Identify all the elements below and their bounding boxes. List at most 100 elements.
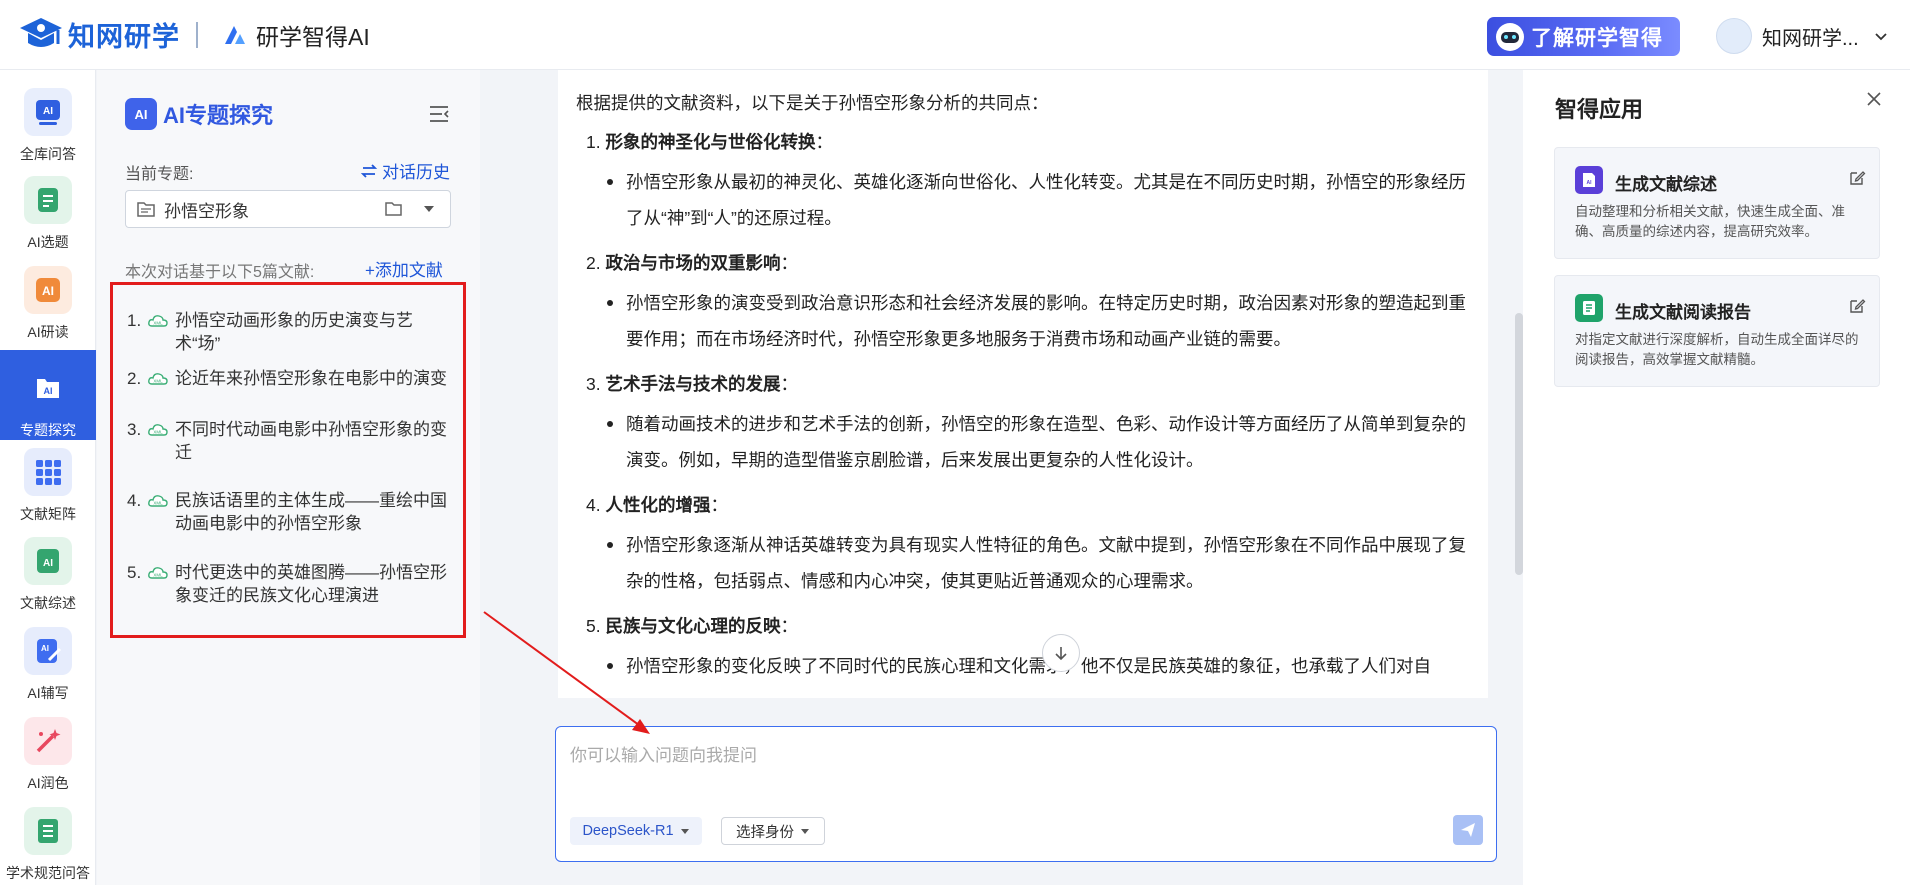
question-input[interactable]	[570, 741, 1470, 771]
rail-item-ai-read[interactable]: AI AI研读	[0, 266, 96, 356]
section-heading: 1. 形象的神圣化与世俗化转换：	[586, 132, 833, 152]
app-name: 生成文献阅读报告	[1615, 303, 1751, 322]
reference-number: 3.	[127, 420, 142, 439]
chat-area: 根据提供的文献资料，以下是关于孙悟空形象分析的共同点： 1. 形象的神圣化与世俗…	[480, 70, 1523, 885]
review-gen-icon: AI	[1575, 166, 1603, 194]
send-button[interactable]	[1453, 815, 1483, 845]
svg-text:AI: AI	[41, 644, 49, 653]
user-name: 知网研学...	[1762, 27, 1859, 50]
topic-explore-icon: AI	[24, 364, 72, 412]
rail-label: 专题探究	[20, 422, 76, 438]
rail-label: AI研读	[27, 324, 69, 340]
svg-text:XML: XML	[153, 430, 163, 435]
svg-text:XML: XML	[153, 379, 163, 384]
answer-intro: 根据提供的文献资料，以下是关于孙悟空形象分析的共同点：	[576, 93, 1049, 113]
section-heading: 3. 艺术手法与技术的发展：	[586, 374, 798, 394]
rail-label: 文献矩阵	[20, 506, 76, 522]
scrollbar[interactable]	[1515, 313, 1523, 575]
svg-text:AI: AI	[42, 284, 54, 298]
avatar	[1716, 18, 1752, 54]
norm-qa-icon	[24, 807, 72, 855]
edit-icon[interactable]	[1847, 168, 1867, 188]
rail-label: 文献综述	[20, 595, 76, 611]
section-body: 孙悟空形象从最初的神灵化、英雄化逐渐向世俗化、人性化转变。尤其是在不同历史时期，…	[576, 164, 1466, 236]
reference-number: 5.	[127, 563, 142, 582]
robot-icon	[1496, 22, 1524, 51]
app-description: 自动整理和分析相关文献，快速生成全面、准确、高质量的综述内容，提高研究效率。	[1575, 204, 1845, 239]
edit-icon[interactable]	[1847, 296, 1867, 316]
close-icon[interactable]	[1863, 88, 1885, 110]
reference-item[interactable]: 3. XML 不同时代动画电影中孙悟空形象的变迁	[127, 420, 457, 464]
promo-label: 了解研学智得	[1531, 26, 1663, 50]
answer-section: 1. 形象的神圣化与世俗化转换： 孙悟空形象从最初的神灵化、英雄化逐渐向世俗化、…	[576, 129, 1466, 236]
collapse-panel-icon[interactable]	[427, 102, 451, 126]
reference-item[interactable]: 4. XML 民族话语里的主体生成——重绘中国动画电影中的孙悟空形象	[127, 491, 457, 535]
scroll-to-bottom-button[interactable]	[1042, 634, 1080, 672]
panel-title: AI AI专题探究	[125, 98, 273, 130]
learn-zhide-banner[interactable]: 了解研学智得	[1487, 17, 1680, 56]
panel-title-text: AI专题探究	[163, 103, 274, 128]
answer-section: 3. 艺术手法与技术的发展： 随着动画技术的进步和艺术手法的创新，孙悟空的形象在…	[576, 371, 1466, 478]
report-gen-icon	[1575, 294, 1603, 322]
topic-explore-icon: AI	[125, 98, 157, 130]
reference-number: 4.	[127, 491, 142, 510]
top-bar: 知网研学 研学智得AI 了解研学智得 知网研学...	[0, 0, 1910, 70]
zhide-logo-icon	[225, 26, 245, 44]
rail-item-matrix[interactable]: 文献矩阵	[0, 448, 96, 538]
graduation-cap-icon	[20, 18, 62, 47]
rail-item-norm-qa[interactable]: 学术规范问答	[0, 807, 96, 885]
matrix-icon	[24, 448, 72, 496]
question-input-box: DeepSeek-R1 选择身份	[555, 726, 1497, 862]
rail-item-ai-write[interactable]: AI AI辅写	[0, 627, 96, 717]
svg-text:AI: AI	[43, 558, 53, 569]
reference-title: 孙悟空动画形象的历史演变与艺术“场”	[175, 311, 413, 353]
caret-down-icon	[680, 829, 689, 834]
section-heading: 2. 政治与市场的双重影响：	[586, 253, 798, 273]
svg-text:AI: AI	[1587, 180, 1593, 186]
ai-read-icon: AI	[24, 266, 72, 314]
logo-separator	[196, 22, 198, 48]
rail-item-ai-polish[interactable]: AI润色	[0, 717, 96, 807]
app-name: 生成文献综述	[1615, 175, 1717, 194]
reference-item[interactable]: 2. XML 论近年来孙悟空形象在电影中的演变	[127, 369, 457, 390]
current-topic-label: 当前专题:	[125, 166, 194, 183]
apps-title: 智得应用	[1555, 97, 1644, 122]
reference-item[interactable]: 1. XML 孙悟空动画形象的历史演变与艺术“场”	[127, 311, 457, 355]
cloud-xml-icon: XML	[148, 567, 168, 579]
rail-item-review[interactable]: AI 文献综述	[0, 537, 96, 627]
topic-value: 孙悟空形象	[164, 201, 249, 221]
rail-item-full-qa[interactable]: AI 全库问答	[0, 88, 96, 178]
reference-item[interactable]: 5. XML 时代更迭中的英雄图腾——孙悟空形象变迁的民族文化心理演进	[127, 563, 457, 607]
zhide-ai-logo[interactable]: 研学智得AI	[222, 18, 370, 52]
ai-polish-icon	[24, 717, 72, 765]
ai-topic-icon	[24, 176, 72, 224]
rail-item-ai-topic[interactable]: AI选题	[0, 176, 96, 266]
reference-title: 不同时代动画电影中孙悟空形象的变迁	[175, 420, 447, 462]
answer-section: 4. 人性化的增强： 孙悟空形象逐渐从神话英雄转变为具有现实人性特征的角色。文献…	[576, 492, 1466, 599]
add-reference-link[interactable]: +添加文献	[365, 256, 443, 281]
svg-text:AI: AI	[44, 386, 53, 396]
section-body: 孙悟空形象逐渐从神话英雄转变为具有现实人性特征的角色。文献中提到，孙悟空形象在不…	[576, 527, 1466, 599]
app-card-review[interactable]: AI 生成文献综述 自动整理和分析相关文献，快速生成全面、准确、高质量的综述内容…	[1554, 147, 1880, 259]
section-body: 随着动画技术的进步和艺术手法的创新，孙悟空的形象在造型、色彩、动作设计等方面经历…	[576, 406, 1466, 478]
role-label: 选择身份	[736, 824, 794, 841]
reference-list-highlight: 1. XML 孙悟空动画形象的历史演变与艺术“场” 2. XML 论近年来孙悟空…	[110, 282, 466, 638]
rail-label: 全库问答	[20, 146, 76, 162]
history-link[interactable]: 对话历史	[360, 158, 450, 183]
app-card-reading-report[interactable]: 生成文献阅读报告 对指定文献进行深度解析，自动生成全面详尽的阅读报告，高效掌握文…	[1554, 275, 1880, 387]
model-select[interactable]: DeepSeek-R1	[570, 817, 702, 845]
user-menu[interactable]: 知网研学...	[1716, 16, 1889, 56]
reference-title: 时代更迭中的英雄图腾——孙悟空形象变迁的民族文化心理演进	[175, 563, 447, 605]
section-body: 孙悟空形象的变化反映了不同时代的民族心理和文化需求，他不仅是民族英雄的象征，也承…	[576, 648, 1466, 684]
review-icon: AI	[24, 537, 72, 585]
caret-down-icon[interactable]	[422, 202, 436, 216]
app-description: 对指定文献进行深度解析，自动生成全面详尽的阅读报告，高效掌握文献精髓。	[1575, 332, 1859, 367]
rail-item-topic-explore[interactable]: AI 专题探究	[0, 350, 96, 440]
cnki-logo[interactable]: 知网研学	[18, 14, 180, 54]
cloud-xml-icon: XML	[148, 424, 168, 436]
folder-open-icon[interactable]	[384, 200, 404, 218]
role-select[interactable]: 选择身份	[721, 817, 825, 845]
topic-select[interactable]: 孙悟空形象	[125, 190, 451, 228]
model-label: DeepSeek-R1	[582, 823, 674, 839]
answer-section: 5. 民族与文化心理的反映： 孙悟空形象的变化反映了不同时代的民族心理和文化需求…	[576, 613, 1466, 684]
